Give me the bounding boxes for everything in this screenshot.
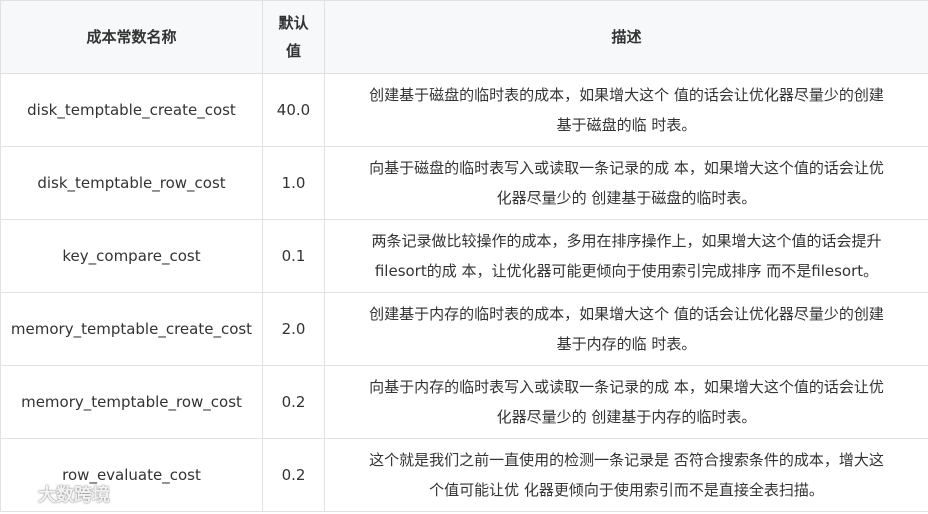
default-value-cell: 0.1	[262, 219, 325, 293]
description-line: 基于磁盘的临 时表。	[556, 116, 697, 134]
cost-name-cell: key_compare_cost	[0, 219, 263, 293]
table-row: row_evaluate_cost 0.2 这个就是我们之前一直使用的检测一条记…	[0, 438, 928, 512]
description-cell: 创建基于内存的临时表的成本，如果增大这个 值的话会让优化器尽量少的创建 基于内存…	[324, 292, 928, 366]
default-value-cell: 2.0	[262, 292, 325, 366]
header-description: 描述	[324, 0, 928, 74]
table-row: disk_temptable_create_cost 40.0 创建基于磁盘的临…	[0, 73, 928, 147]
default-value-cell: 40.0	[262, 73, 325, 147]
description-line: 向基于内存的临时表写入或读取一条记录的成 本，如果增大这个值的话会让优	[369, 378, 884, 396]
description-line: 这个就是我们之前一直使用的检测一条记录是 否符合搜索条件的成本，增大这	[369, 451, 884, 469]
description-cell: 向基于内存的临时表写入或读取一条记录的成 本，如果增大这个值的话会让优 化器尽量…	[324, 365, 928, 439]
description-line: 向基于磁盘的临时表写入或读取一条记录的成 本，如果增大这个值的话会让优	[369, 159, 884, 177]
table-row: memory_temptable_row_cost 0.2 向基于内存的临时表写…	[0, 365, 928, 439]
header-row: 成本常数名称 默认 值 描述	[0, 0, 928, 74]
description-line: 两条记录做比较操作的成本，多用在排序操作上，如果增大这个值的话会提升	[371, 232, 882, 250]
header-name: 成本常数名称	[0, 0, 263, 74]
cost-name-cell: memory_temptable_create_cost	[0, 292, 263, 366]
table-header: 成本常数名称 默认 值 描述	[0, 0, 928, 74]
description-cell: 两条记录做比较操作的成本，多用在排序操作上，如果增大这个值的话会提升 files…	[324, 219, 928, 293]
table-body: disk_temptable_create_cost 40.0 创建基于磁盘的临…	[0, 73, 928, 512]
header-default-line1: 默认	[278, 14, 309, 32]
cost-name-cell: disk_temptable_create_cost	[0, 73, 263, 147]
description-line: 化器尽量少的 创建基于磁盘的临时表。	[496, 189, 757, 207]
header-default-line2: 值	[285, 42, 301, 60]
description-line: 创建基于内存的临时表的成本，如果增大这个 值的话会让优化器尽量少的创建	[369, 305, 884, 323]
cost-name-cell: row_evaluate_cost	[0, 438, 263, 512]
table-row: key_compare_cost 0.1 两条记录做比较操作的成本，多用在排序操…	[0, 219, 928, 293]
description-line: 化器尽量少的 创建基于内存的临时表。	[496, 408, 757, 426]
cost-name-cell: disk_temptable_row_cost	[0, 146, 263, 220]
default-value-cell: 0.2	[262, 438, 325, 512]
cost-name-cell: memory_temptable_row_cost	[0, 365, 263, 439]
table-row: memory_temptable_create_cost 2.0 创建基于内存的…	[0, 292, 928, 366]
description-line: filesort的成 本，让优化器可能更倾向于使用索引完成排序 而不是files…	[374, 262, 879, 280]
description-line: 创建基于磁盘的临时表的成本，如果增大这个 值的话会让优化器尽量少的创建	[369, 86, 884, 104]
description-cell: 这个就是我们之前一直使用的检测一条记录是 否符合搜索条件的成本，增大这 个值可能…	[324, 438, 928, 512]
default-value-cell: 1.0	[262, 146, 325, 220]
cost-constants-table: 成本常数名称 默认 值 描述 disk_temptable_create_cos…	[0, 0, 928, 512]
description-line: 基于内存的临 时表。	[556, 335, 697, 353]
table-row: disk_temptable_row_cost 1.0 向基于磁盘的临时表写入或…	[0, 146, 928, 220]
page: 成本常数名称 默认 值 描述 disk_temptable_create_cos…	[0, 0, 928, 514]
header-default-value: 默认 值	[262, 0, 325, 74]
description-cell: 创建基于磁盘的临时表的成本，如果增大这个 值的话会让优化器尽量少的创建 基于磁盘…	[324, 73, 928, 147]
default-value-cell: 0.2	[262, 365, 325, 439]
description-line: 个值可能让优 化器更倾向于使用索引而不是直接全表扫描。	[429, 481, 824, 499]
description-cell: 向基于磁盘的临时表写入或读取一条记录的成 本，如果增大这个值的话会让优 化器尽量…	[324, 146, 928, 220]
